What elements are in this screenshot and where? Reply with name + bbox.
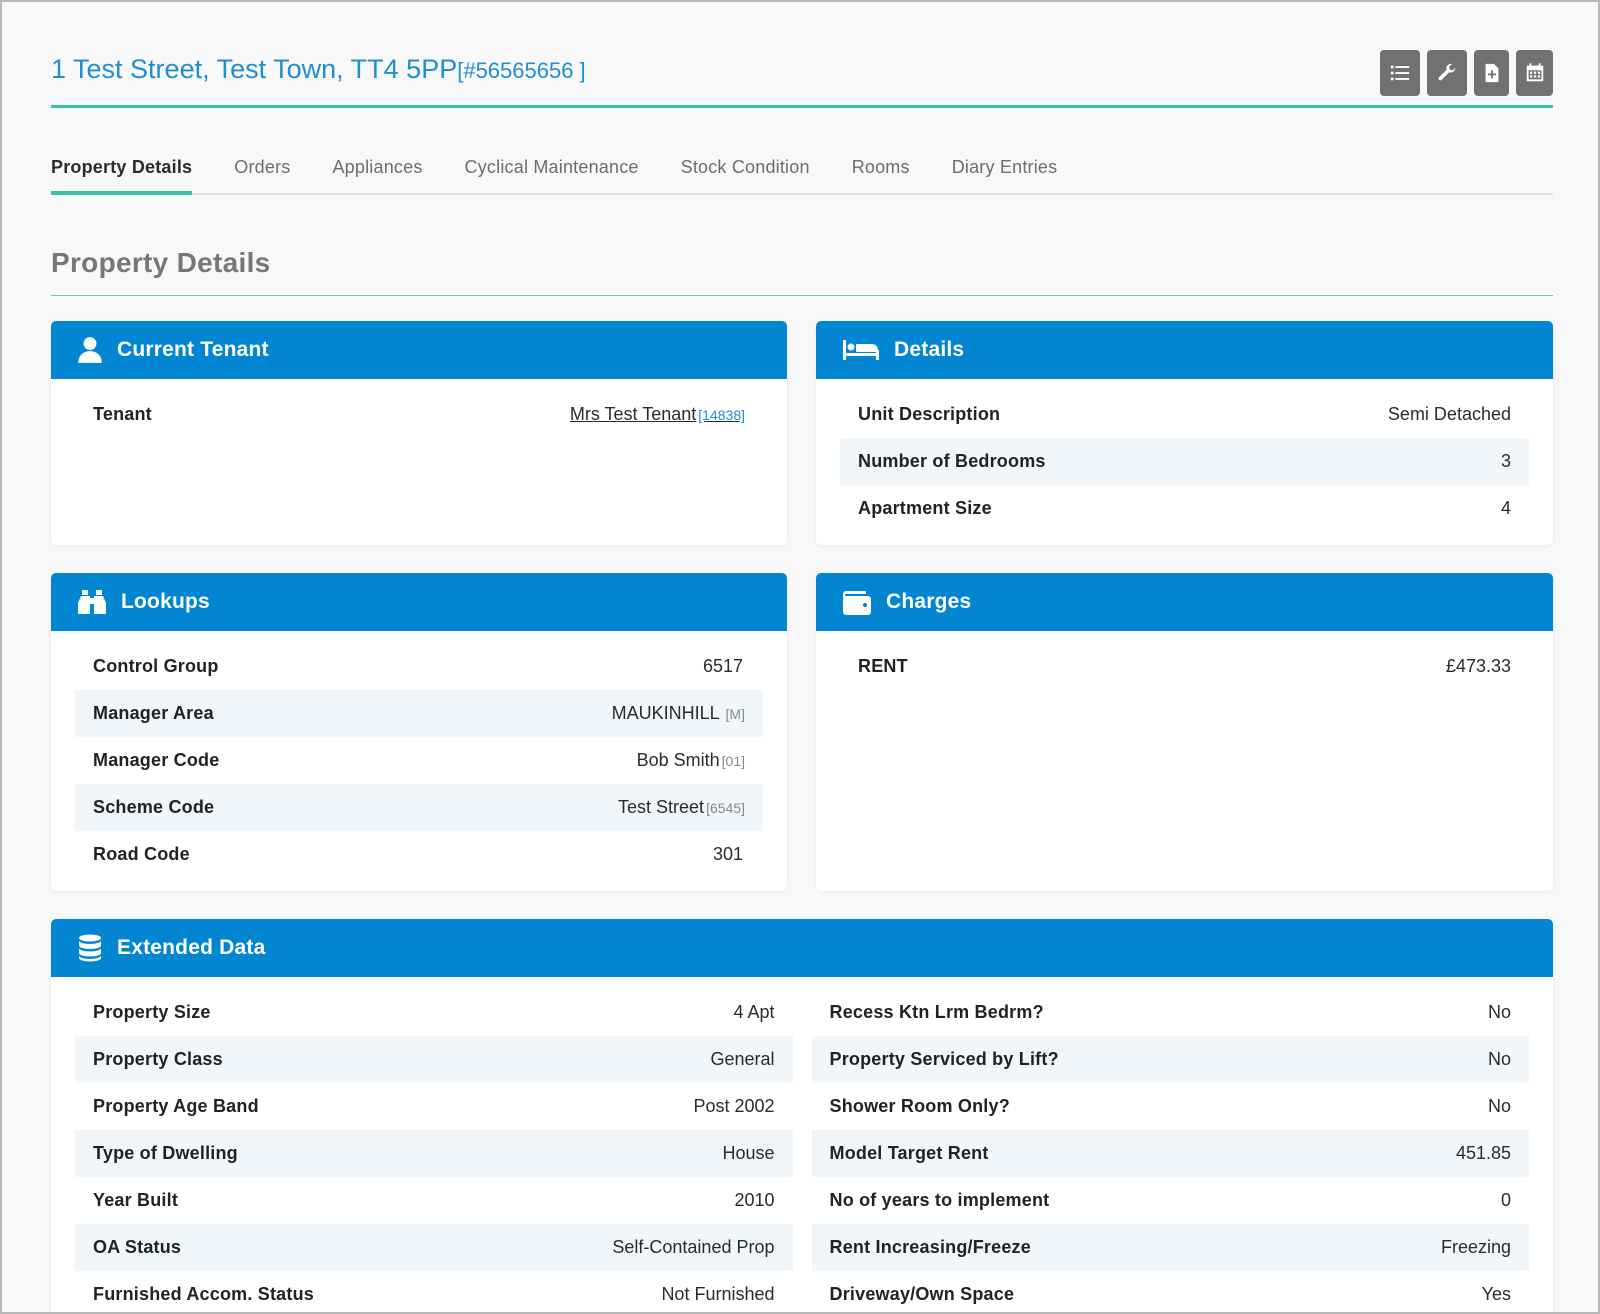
lookups-panel: Lookups Control Group 6517 Manager Area MA… bbox=[51, 573, 787, 891]
details-row-label: Number of Bedrooms bbox=[858, 451, 1046, 471]
charges-row-value: £473.33 bbox=[1445, 656, 1511, 676]
current-tenant-title: Current Tenant bbox=[117, 338, 269, 361]
lookups-title: Lookups bbox=[121, 590, 210, 613]
extended-data-panel: Extended Data Property Size 4 Apt Propert… bbox=[51, 919, 1553, 1312]
lookups-row: Manager Area MAUKINHILL [M] bbox=[75, 690, 763, 737]
extended-row: Shower Room Only? No bbox=[829, 1096, 1512, 1116]
extended-row: Property Age Band Post 2002 bbox=[93, 1096, 775, 1116]
tenant-row: Tenant Mrs Test Tenant [14838] bbox=[75, 391, 763, 438]
tenant-name: Mrs Test Tenant bbox=[569, 404, 697, 424]
section-title: Property Details bbox=[51, 247, 271, 278]
charges-header: Charges bbox=[816, 573, 1553, 631]
details-header: Details bbox=[816, 321, 1553, 379]
details-row-value: 4 bbox=[1500, 498, 1511, 518]
property-header: 1 Test Street, Test Town, TT4 5PP[#56565… bbox=[51, 2, 1553, 108]
extended-data-header: Extended Data bbox=[51, 919, 1553, 977]
toolbar bbox=[1380, 50, 1553, 96]
lookups-row-label: Scheme Code bbox=[93, 797, 215, 817]
lookups-row: Scheme Code Test Street [6545] bbox=[75, 784, 763, 831]
extended-data-title: Extended Data bbox=[117, 936, 266, 959]
extended-row: Driveway/Own Space Yes bbox=[829, 1284, 1512, 1304]
extended-row: Rent Increasing/Freeze Freezing bbox=[811, 1224, 1529, 1271]
lookups-row: Road Code 301 bbox=[75, 831, 763, 878]
current-tenant-panel: Current Tenant Tenant Mrs Test Tenant [14… bbox=[51, 321, 787, 545]
new-document-button[interactable] bbox=[1474, 50, 1509, 96]
file-plus-icon bbox=[1485, 63, 1498, 83]
tab-diary-entries[interactable]: Diary Entries bbox=[952, 155, 1058, 195]
details-row-label: Apartment Size bbox=[858, 498, 992, 518]
tenant-code: [14838] bbox=[698, 407, 745, 423]
tab-bar: Property Details Orders Appliances Cycli… bbox=[51, 155, 1553, 195]
user-icon bbox=[77, 336, 103, 364]
tab-appliances[interactable]: Appliances bbox=[332, 155, 422, 195]
details-title: Details bbox=[894, 338, 965, 361]
section-divider bbox=[51, 295, 1553, 296]
lookups-row-value: MAUKINHILL [M] bbox=[611, 703, 745, 723]
extended-row: Year Built 2010 bbox=[93, 1190, 775, 1210]
extended-row: Model Target Rent 451.85 bbox=[811, 1130, 1529, 1177]
lookups-row-value: 301 bbox=[712, 844, 743, 864]
details-row: Number of Bedrooms 3 bbox=[840, 438, 1529, 485]
tab-rooms[interactable]: Rooms bbox=[852, 155, 910, 195]
lookups-row: Control Group 6517 bbox=[75, 643, 763, 690]
database-icon bbox=[77, 934, 103, 962]
wallet-icon bbox=[842, 588, 872, 616]
charges-title: Charges bbox=[886, 590, 972, 613]
details-row-value: Semi Detached bbox=[1387, 404, 1511, 424]
extended-right-column: Recess Ktn Lrm Bedrm? No Property Service… bbox=[811, 989, 1529, 1312]
lookups-row-value: Bob Smith [01] bbox=[636, 750, 745, 770]
lookups-row-label: Manager Area bbox=[93, 703, 214, 723]
extended-row: OA Status Self-Contained Prop bbox=[75, 1224, 793, 1271]
extended-left-column: Property Size 4 Apt Property Class General… bbox=[75, 989, 793, 1312]
extended-row: Furnished Accom. Status Not Furnished bbox=[93, 1284, 775, 1304]
maintenance-button[interactable] bbox=[1427, 50, 1467, 96]
calendar-icon bbox=[1526, 63, 1543, 82]
extended-row: Type of Dwelling House bbox=[75, 1130, 793, 1177]
current-tenant-header: Current Tenant bbox=[51, 321, 787, 379]
property-address: 1 Test Street, Test Town, TT4 5PP[#56565… bbox=[51, 54, 586, 85]
lookups-row-value: Test Street [6545] bbox=[618, 797, 745, 817]
tenant-label: Tenant bbox=[93, 404, 152, 424]
charges-row-label: RENT bbox=[858, 656, 908, 676]
lookups-row: Manager Code Bob Smith [01] bbox=[75, 737, 763, 784]
extended-row: Property Size 4 Apt bbox=[93, 1002, 775, 1022]
extended-row: Recess Ktn Lrm Bedrm? No bbox=[829, 1002, 1512, 1022]
app-window: 1 Test Street, Test Town, TT4 5PP[#56565… bbox=[0, 0, 1600, 1314]
tab-property-details[interactable]: Property Details bbox=[51, 155, 193, 195]
extended-row: Property Serviced by Lift? No bbox=[811, 1036, 1529, 1083]
address-text: 1 Test Street, Test Town, TT4 5PP bbox=[51, 54, 458, 84]
lookups-row-value: 6517 bbox=[702, 656, 743, 676]
charges-panel: Charges RENT £473.33 bbox=[816, 573, 1553, 891]
details-row-label: Unit Description bbox=[858, 404, 1001, 424]
binoculars-icon bbox=[77, 588, 107, 616]
bed-icon bbox=[842, 336, 880, 364]
extended-row: Property Class General bbox=[75, 1036, 793, 1083]
list-button[interactable] bbox=[1380, 50, 1420, 96]
details-panel: Details Unit Description Semi Detached Nu… bbox=[816, 321, 1553, 545]
calendar-button[interactable] bbox=[1516, 50, 1553, 96]
extended-row: No of years to implement 0 bbox=[829, 1190, 1512, 1210]
charges-row: RENT £473.33 bbox=[840, 643, 1529, 690]
lookups-row-label: Control Group bbox=[93, 656, 219, 676]
property-reference: [#56565656 ] bbox=[457, 58, 586, 83]
lookups-row-label: Road Code bbox=[93, 844, 190, 864]
details-row-value: 3 bbox=[1500, 451, 1511, 471]
list-icon bbox=[1390, 65, 1410, 81]
wrench-icon bbox=[1438, 63, 1456, 81]
tab-orders[interactable]: Orders bbox=[234, 155, 290, 195]
tab-cyclical-maintenance[interactable]: Cyclical Maintenance bbox=[465, 155, 639, 195]
lookups-row-label: Manager Code bbox=[93, 750, 220, 770]
page: 1 Test Street, Test Town, TT4 5PP[#56565… bbox=[51, 2, 1553, 1312]
details-row: Unit Description Semi Detached bbox=[840, 391, 1529, 438]
lookups-header: Lookups bbox=[51, 573, 787, 631]
tab-stock-condition[interactable]: Stock Condition bbox=[681, 155, 810, 195]
tenant-link[interactable]: Mrs Test Tenant [14838] bbox=[570, 404, 745, 425]
details-row: Apartment Size 4 bbox=[840, 485, 1529, 532]
